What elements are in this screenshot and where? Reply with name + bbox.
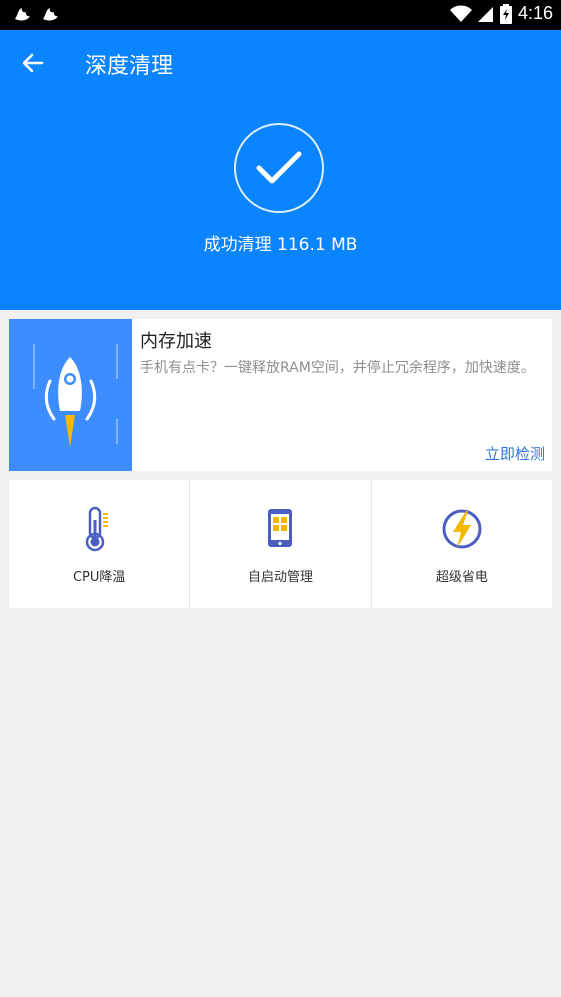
detect-now-link[interactable]: 立即检测 [485,443,545,464]
memory-boost-card[interactable]: 内存加速 手机有点卡？一键释放RAM空间，并停止冗余程序，加快速度。 立即检测 [9,319,552,471]
back-button[interactable] [14,48,52,78]
clean-result-text: 成功清理 116.1 MB [203,235,358,255]
signal-icon [477,6,493,22]
phone-apps-icon [258,506,302,552]
tool-autostart-manager[interactable]: 自启动管理 [190,480,372,608]
bird-notification-icon [43,8,58,21]
status-bar: 4:16 [0,0,561,30]
rocket-icon [9,319,132,471]
tools-row: CPU降温 自启动管理 超级省电 [9,480,552,608]
card-description: 手机有点卡？一键释放RAM空间，并停止冗余程序，加快速度。 [140,360,535,376]
lightning-icon [440,506,484,552]
battery-charging-icon [499,3,512,24]
tool-label: CPU降温 [72,570,126,585]
clock-time: 4:16 [517,3,553,23]
back-arrow-icon [22,53,44,73]
page-title: 深度清理 [85,54,174,79]
thermometer-icon [77,506,121,552]
notification-icons [12,5,60,25]
card-title: 内存加速 [140,331,212,352]
header: 深度清理 成功清理 116.1 MB [0,30,561,310]
tool-label: 自启动管理 [247,570,313,585]
tool-super-power-saving[interactable]: 超级省电 [372,480,552,608]
system-status: 4:16 [449,3,553,24]
bird-notification-icon [15,8,30,21]
wifi-icon [449,5,472,22]
tool-label: 超级省电 [435,570,488,585]
tool-cpu-cooling[interactable]: CPU降温 [9,480,191,608]
success-check-icon [234,123,324,213]
